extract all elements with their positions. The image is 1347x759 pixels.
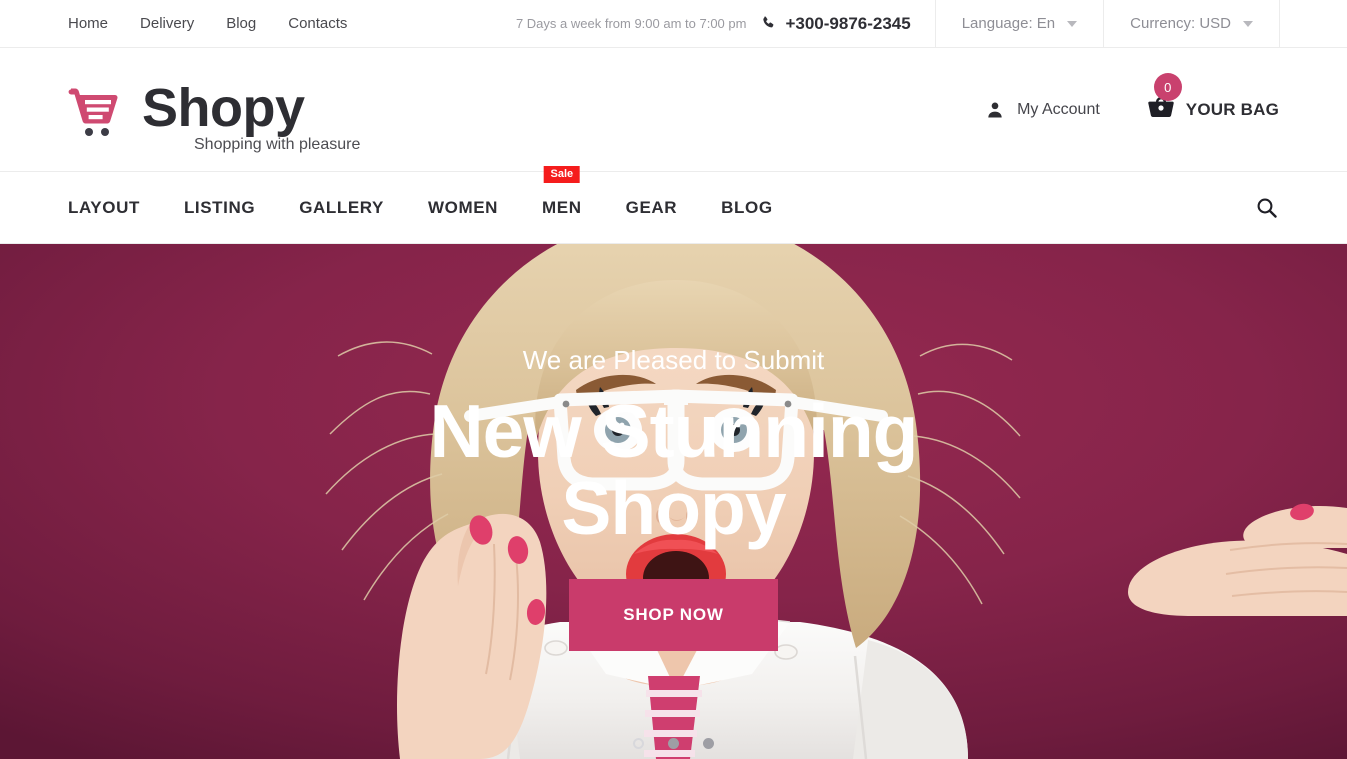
user-icon [988, 102, 1002, 117]
nav-item-gallery[interactable]: GALLERY [299, 198, 384, 218]
currency-selector[interactable]: Currency: USD [1103, 0, 1279, 47]
nav-item-blog-label: BLOG [721, 197, 773, 217]
top-nav-item-contacts[interactable]: Contacts [288, 15, 347, 32]
shopping-cart-logo-icon [68, 88, 118, 136]
slider-pagination [0, 738, 1347, 749]
brand-tagline: Shopping with pleasure [194, 136, 361, 153]
nav-item-women-label: WOMEN [428, 197, 499, 217]
chevron-down-icon [1243, 20, 1253, 27]
my-account-label: My Account [1017, 100, 1100, 118]
search-icon[interactable] [1255, 196, 1279, 220]
top-nav-item-delivery[interactable]: Delivery [140, 15, 194, 32]
hero-model-illustration [0, 244, 1347, 759]
nav-item-gear[interactable]: GEAR [626, 198, 678, 218]
nav-item-listing-label: LISTING [183, 197, 256, 217]
nav-item-gear-label: GEAR [625, 197, 678, 217]
top-nav-links: Home Delivery Blog Contacts [0, 0, 347, 47]
top-nav-item-blog[interactable]: Blog [226, 15, 256, 32]
main-navigation-bar: LAYOUT LISTING GALLERY WOMEN Sale MEN GE… [0, 165, 1347, 244]
slider-dot-1[interactable] [633, 738, 644, 749]
sale-badge: Sale [543, 165, 581, 183]
currency-label: Currency: USD [1130, 15, 1231, 32]
bag-icon-wrapper: 0 [1148, 73, 1182, 124]
slider-dot-2[interactable] [668, 738, 679, 749]
topbar-end-divider [1279, 0, 1347, 47]
phone-icon [763, 16, 774, 28]
hero-background-photo [0, 244, 1347, 759]
language-label: Language: En [961, 15, 1056, 32]
phone-link[interactable]: +300-9876-2345 [760, 0, 934, 47]
nav-item-men[interactable]: Sale MEN [542, 165, 582, 218]
your-bag-label: YOUR BAG [1185, 99, 1279, 119]
hero-slider: We are Pleased to Submit New Stunning Sh… [0, 244, 1347, 759]
logo-header-bar: Shopy Shopping with pleasure My Account … [0, 48, 1347, 172]
top-utility-bar: Home Delivery Blog Contacts 7 Days a wee… [0, 0, 1347, 48]
main-nav-list: LAYOUT LISTING GALLERY WOMEN Sale MEN GE… [68, 165, 773, 218]
site-logo[interactable]: Shopy [68, 81, 305, 139]
nav-item-gallery-label: GALLERY [299, 197, 384, 217]
language-selector[interactable]: Language: En [934, 0, 1103, 47]
nav-item-listing[interactable]: LISTING [184, 198, 255, 218]
bag-count-badge: 0 [1153, 73, 1182, 101]
shop-now-button[interactable]: SHOP NOW [569, 579, 778, 652]
nav-item-layout[interactable]: LAYOUT [68, 198, 140, 218]
chevron-down-icon [1067, 20, 1078, 27]
top-nav-item-home[interactable]: Home [68, 15, 108, 32]
brand-name: Shopy [142, 77, 305, 138]
nav-item-blog[interactable]: BLOG [721, 198, 773, 218]
nav-item-women[interactable]: WOMEN [428, 198, 498, 218]
slider-dot-3[interactable] [703, 738, 714, 749]
phone-number: +300-9876-2345 [785, 13, 911, 33]
nav-item-men-label: MEN [542, 197, 582, 217]
working-hours: 7 Days a week from 9:00 am to 7:00 pm [515, 16, 747, 31]
your-bag-button[interactable]: 0 YOUR BAG [1148, 73, 1279, 124]
my-account-link[interactable]: My Account [985, 100, 1100, 120]
nav-item-layout-label: LAYOUT [68, 197, 140, 217]
